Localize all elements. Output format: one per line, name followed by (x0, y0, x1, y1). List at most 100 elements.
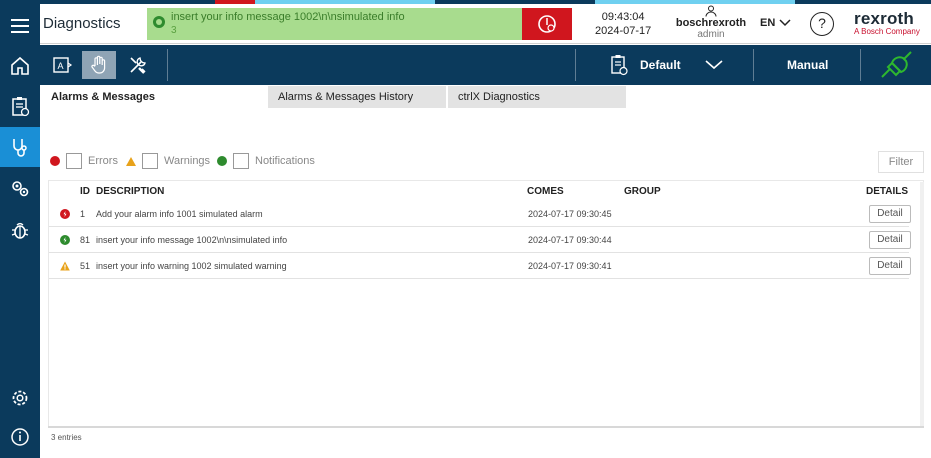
help-button[interactable]: ? (810, 12, 834, 36)
brand-subtitle: A Bosch Company (854, 27, 920, 36)
filter-errors[interactable]: Errors (50, 153, 118, 169)
connection-status[interactable] (878, 49, 914, 86)
app-window: Diagnostics insert your info message 100… (0, 0, 931, 458)
sidebar (0, 0, 40, 458)
info-icon (11, 428, 29, 446)
toolbar-separator (753, 49, 754, 81)
warning-icon (60, 261, 70, 271)
hand-icon (91, 55, 106, 74)
acknowledge-button[interactable] (522, 8, 572, 40)
column-header-group[interactable]: GROUP (624, 186, 661, 197)
user-menu[interactable]: boschrexroth admin (670, 4, 752, 41)
notification-text: insert your info message 1002\n\nsimulat… (171, 11, 405, 23)
plug-connected-icon (881, 51, 912, 78)
settings-icon (12, 390, 28, 406)
column-header-comes[interactable]: COMES (527, 186, 564, 197)
alarms-table: ID DESCRIPTION COMES GROUP DETAILS 1 Add… (48, 180, 924, 428)
chevron-down-icon (779, 19, 791, 27)
warnings-checkbox[interactable] (142, 153, 158, 169)
entries-count: 3 entries (51, 433, 82, 442)
tab-alarms-messages[interactable]: Alarms & Messages (41, 86, 267, 108)
stethoscope-icon (13, 139, 27, 157)
sidebar-item-home[interactable] (0, 46, 40, 86)
brand-name: rexroth (854, 9, 914, 28)
error-icon (60, 209, 70, 219)
clipboard-icon (12, 97, 30, 117)
gears-icon (12, 181, 29, 197)
info-icon (60, 235, 70, 245)
user-name: boschrexroth (675, 17, 747, 29)
column-header-id[interactable]: ID (80, 186, 90, 197)
tab-bar: Alarms & Messages Alarms & Messages Hist… (40, 86, 931, 108)
manual-mode-button[interactable] (82, 51, 116, 79)
sidebar-item-debug[interactable] (0, 210, 40, 250)
vertical-scrollbar[interactable] (920, 182, 924, 426)
sidebar-item-diagnostics[interactable] (0, 127, 40, 167)
filter-warnings[interactable]: Warnings (126, 153, 210, 169)
sidebar-item-clipboard[interactable] (0, 86, 40, 126)
sidebar-item-automation[interactable] (0, 168, 40, 208)
column-header-details[interactable]: DETAILS (866, 186, 908, 197)
table-row[interactable]: 51 insert your info warning 1002 simulat… (49, 253, 911, 279)
page-title: Diagnostics (43, 15, 121, 32)
row-description: Add your alarm info 1001 simulated alarm (96, 209, 263, 219)
bug-icon (11, 222, 29, 239)
tab-alarms-messages-history[interactable]: Alarms & Messages History (268, 86, 446, 108)
toolbar: A Default Manual (40, 45, 931, 85)
hamburger-icon (11, 19, 29, 33)
row-id: 1 (80, 209, 86, 219)
brand-logo: rexroth A Bosch Company (854, 10, 920, 37)
detail-button[interactable]: Detail (869, 231, 911, 249)
horizontal-scrollbar[interactable] (48, 426, 924, 428)
toolbar-separator (167, 49, 168, 81)
sidebar-menu-button[interactable] (0, 6, 40, 46)
language-selector[interactable]: EN (760, 17, 791, 29)
tools-icon (130, 57, 146, 74)
table-header: ID DESCRIPTION COMES GROUP DETAILS (49, 186, 925, 200)
row-comes: 2024-07-17 09:30:45 (528, 209, 612, 219)
auto-mode-button[interactable]: A (45, 51, 79, 79)
notifications-checkbox[interactable] (233, 153, 249, 169)
tab-ctrlx-diagnostics[interactable]: ctrlX Diagnostics (448, 86, 626, 108)
errors-checkbox[interactable] (66, 153, 82, 169)
filter-notifications[interactable]: Notifications (217, 153, 315, 169)
svg-text:A: A (58, 61, 64, 71)
chevron-down-icon (705, 60, 723, 70)
notification-banner[interactable]: insert your info message 1002\n\nsimulat… (147, 8, 572, 40)
column-header-description[interactable]: DESCRIPTION (96, 186, 164, 197)
notification-count: 3 (171, 25, 177, 36)
profile-clipboard-icon (611, 55, 628, 76)
table-row[interactable]: 1 Add your alarm info 1001 simulated ala… (49, 201, 911, 227)
home-icon (11, 56, 29, 75)
language-label: EN (760, 17, 776, 29)
sidebar-item-settings[interactable] (0, 378, 40, 418)
auto-mode-icon: A (53, 57, 73, 73)
info-icon (217, 156, 227, 166)
row-id: 81 (80, 235, 91, 245)
toolbar-separator (860, 49, 861, 81)
header: Diagnostics insert your info message 100… (40, 4, 931, 44)
clock-time: 09:43:04 (601, 11, 645, 23)
filter-button[interactable]: Filter (878, 151, 924, 173)
row-comes: 2024-07-17 09:30:44 (528, 235, 612, 245)
errors-label: Errors (88, 155, 118, 167)
detail-button[interactable]: Detail (869, 205, 911, 223)
warnings-label: Warnings (164, 155, 211, 167)
row-description: insert your info warning 1002 simulated … (96, 261, 287, 271)
row-comes: 2024-07-17 09:30:41 (528, 261, 612, 271)
profile-selector[interactable]: Default (608, 53, 723, 77)
user-icon (705, 5, 717, 17)
acknowledge-clock-icon (538, 15, 556, 33)
tools-button[interactable] (121, 51, 155, 79)
error-icon (50, 156, 60, 166)
row-id: 51 (80, 261, 91, 271)
notifications-label: Notifications (255, 155, 315, 167)
warning-icon (126, 156, 136, 166)
row-description: insert your info message 1002\n\nsimulat… (96, 235, 288, 245)
table-row[interactable]: 81 insert your info message 1002\n\nsimu… (49, 227, 911, 253)
user-role: admin (697, 29, 725, 40)
clock-date: 2024-07-17 (595, 25, 652, 37)
operation-mode-label[interactable]: Manual (787, 58, 828, 72)
detail-button[interactable]: Detail (869, 257, 911, 275)
sidebar-item-info[interactable] (0, 417, 40, 457)
